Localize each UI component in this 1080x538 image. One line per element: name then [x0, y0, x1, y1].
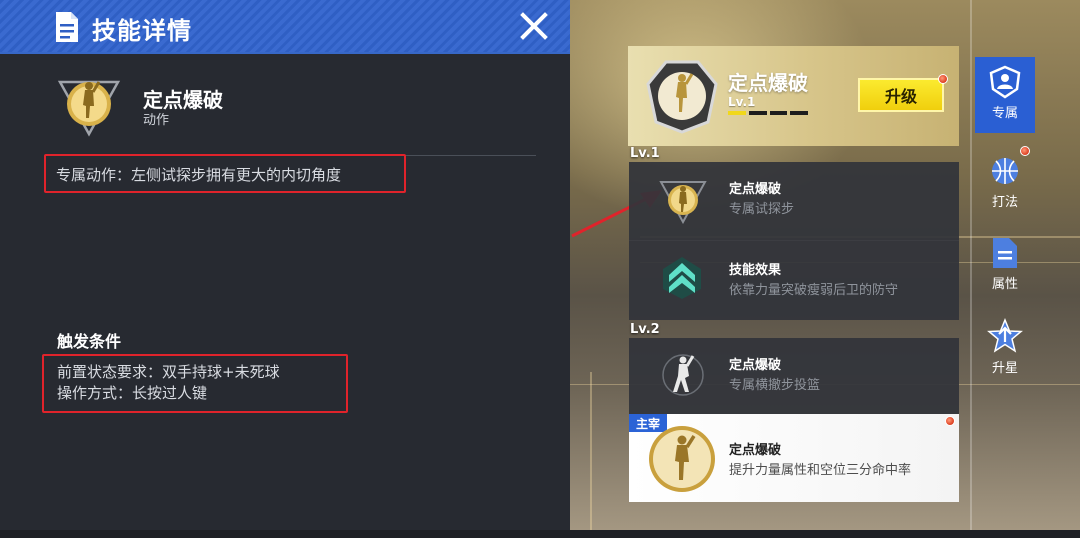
prerequisite-text: 前置状态要求：双手持球+未死球	[57, 363, 280, 381]
skill-row-exclusive-step[interactable]: 定点爆破 专属试探步	[629, 162, 959, 240]
master-title: 定点爆破	[729, 443, 782, 458]
notification-dot-icon	[938, 74, 948, 84]
skill-row-stepback[interactable]: 定点爆破 专属横撤步投篮	[629, 338, 959, 414]
skill-row-master[interactable]: 主宰 定点爆破 提升力量属性和空位三分命中率	[629, 414, 959, 502]
tab-label: 升星	[991, 361, 1018, 376]
document-icon	[993, 238, 1017, 268]
panel-header: 技能详情	[0, 0, 570, 54]
skill-detail-panel: 技能详情 定点爆破 动作 专属动作：左侧试探步拥有更大的内切角度 触发条件 前置…	[0, 0, 570, 538]
tab-label: 打法	[991, 195, 1018, 210]
level-segment	[748, 111, 767, 115]
operation-text: 操作方式：长按过人键	[57, 384, 208, 402]
notification-dot-icon	[1020, 146, 1030, 156]
row-description: 专属试探步	[729, 202, 795, 217]
tab-rail: 专属 打法 属性 升星	[975, 0, 1080, 538]
notification-dot-icon	[945, 416, 955, 426]
document-icon	[56, 12, 78, 42]
level-label-1: Lv.1	[630, 146, 660, 161]
panel-title: 技能详情	[92, 17, 192, 45]
star-icon	[987, 318, 1023, 353]
row-title: 技能效果	[729, 263, 782, 278]
close-icon[interactable]	[518, 10, 550, 42]
master-description: 提升力量属性和空位三分命中率	[729, 463, 912, 478]
skill-card: 定点爆破 Lv.1 升级	[628, 46, 959, 146]
tab-label: 属性	[991, 277, 1018, 292]
level-label-2: Lv.2	[630, 322, 660, 337]
row-description: 依靠力量突破瘦弱后卫的防守	[729, 283, 899, 298]
skill-badge-icon	[57, 80, 121, 137]
tab-star-up[interactable]: 升星	[975, 310, 1035, 386]
upgrade-button[interactable]: 升级	[858, 78, 944, 112]
tab-label: 专属	[991, 106, 1018, 121]
player-silhouette-icon	[662, 354, 704, 396]
skill-badge-icon	[659, 181, 707, 224]
master-skill-badge-icon	[649, 426, 715, 492]
row-title: 定点爆破	[729, 182, 782, 197]
level-segment	[728, 111, 746, 115]
bottom-strip	[0, 530, 1080, 538]
card-level: Lv.1	[728, 95, 756, 109]
trigger-conditions-title: 触发条件	[57, 332, 122, 351]
skill-type: 动作	[143, 113, 170, 128]
skill-row-effect[interactable]: 技能效果 依靠力量突破瘦弱后卫的防守	[629, 240, 959, 320]
level-progress-bar	[728, 111, 808, 115]
tab-playstyle[interactable]: 打法	[975, 146, 1035, 222]
level-segment	[769, 111, 788, 115]
chevron-up-icon	[663, 257, 701, 299]
card-skill-name: 定点爆破	[728, 71, 808, 95]
player-shield-icon	[989, 65, 1021, 99]
skill-badge-icon	[646, 60, 718, 134]
tab-attributes[interactable]: 属性	[975, 228, 1035, 304]
row-title: 定点爆破	[729, 358, 782, 373]
tab-exclusive[interactable]: 专属	[975, 57, 1035, 133]
exclusive-action-text: 专属动作：左侧试探步拥有更大的内切角度	[56, 166, 342, 184]
basketball-icon	[992, 158, 1018, 184]
row-description: 专属横撤步投篮	[729, 378, 821, 393]
level-segment	[790, 111, 808, 115]
